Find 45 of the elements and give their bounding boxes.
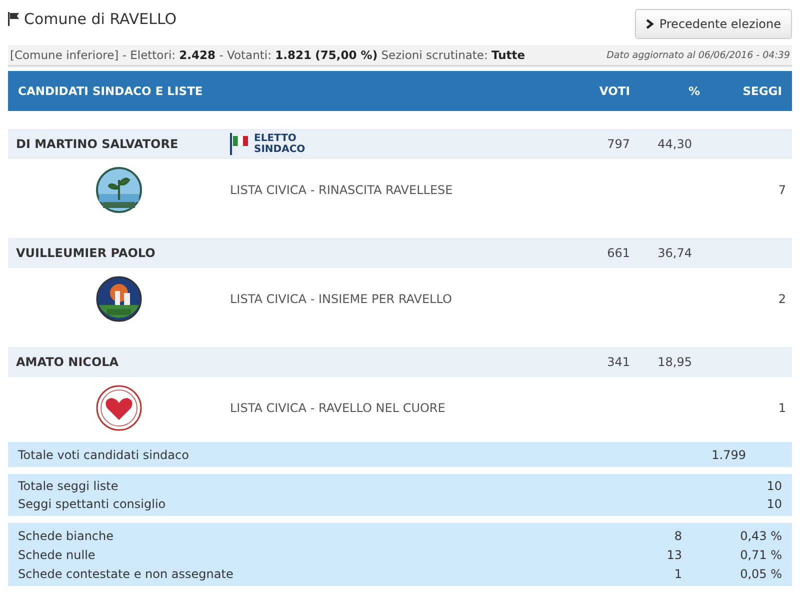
summary-label: Totale voti candidati sindaco [18, 448, 190, 462]
vote-percentage: 36,74 [656, 246, 693, 260]
column-header: VOTI [598, 84, 631, 98]
heart-logo [95, 384, 143, 432]
update-timestamp: Dato aggiornato al 06/06/2016 - 04:39 [606, 50, 790, 60]
vote-percentage: 18,95 [656, 355, 693, 369]
summary-label: Totale seggi liste [18, 479, 120, 493]
ballot-percentage: 0,71 % [739, 548, 782, 562]
summary-value: 1.799 [710, 448, 747, 462]
candidate-name: DI MARTINO SALVATORE [15, 137, 180, 151]
ballot-count: 13 [666, 548, 682, 562]
seats-count: 2 [777, 292, 787, 306]
ballot-count: 1 [673, 566, 682, 580]
ballot-percentage: 0,05 % [739, 566, 782, 580]
summary-label: Seggi spettanti consiglio [18, 497, 167, 511]
summary-label: Schede contestate e non assegnate [18, 566, 234, 580]
info-text: [Comune inferiore] - Elettori: 2.428 - Votanti: 1.821 (75,00 %) Sezioni scrutinate: Tutte [10, 48, 526, 62]
candidate-name: VUILLEUMIER PAOLO [15, 246, 156, 260]
elected-mayor-label: ELETTO SINDACO [254, 133, 306, 155]
summary-label: Schede nulle [18, 548, 96, 562]
ballot-percentage: 0,43 % [739, 528, 782, 542]
summary-value: 10 [766, 497, 782, 511]
summary-label: Schede bianche [18, 528, 115, 542]
votes-count: 661 [606, 246, 631, 260]
chevron-right-icon [646, 18, 654, 28]
votes-count: 341 [606, 355, 631, 369]
vote-percentage: 44,30 [656, 137, 693, 151]
list-name: LISTA CIVICA - RAVELLO NEL CUORE [230, 400, 446, 414]
votes-count: 797 [606, 137, 631, 151]
list-name: LISTA CIVICA - RINASCITA RAVELLESE [230, 182, 454, 196]
previous-election-button[interactable]: Precedente elezione [635, 8, 792, 38]
flag-icon [8, 12, 20, 26]
seats-count: 7 [777, 182, 787, 196]
column-header: CANDIDATI SINDACO E LISTE [17, 84, 204, 98]
seats-count: 1 [777, 400, 787, 414]
page-title: Comune di RAVELLO [24, 10, 177, 28]
summary-value: 10 [766, 479, 782, 493]
ballot-count: 8 [673, 528, 682, 542]
italian-flag-icon [230, 133, 250, 155]
column-header: SEGGI [742, 84, 783, 98]
list-name: LISTA CIVICA - INSIEME PER RAVELLO [230, 292, 453, 306]
sprout-logo [95, 166, 143, 214]
town-logo [95, 274, 143, 322]
column-header: % [687, 84, 701, 98]
candidate-name: AMATO NICOLA [15, 355, 120, 369]
